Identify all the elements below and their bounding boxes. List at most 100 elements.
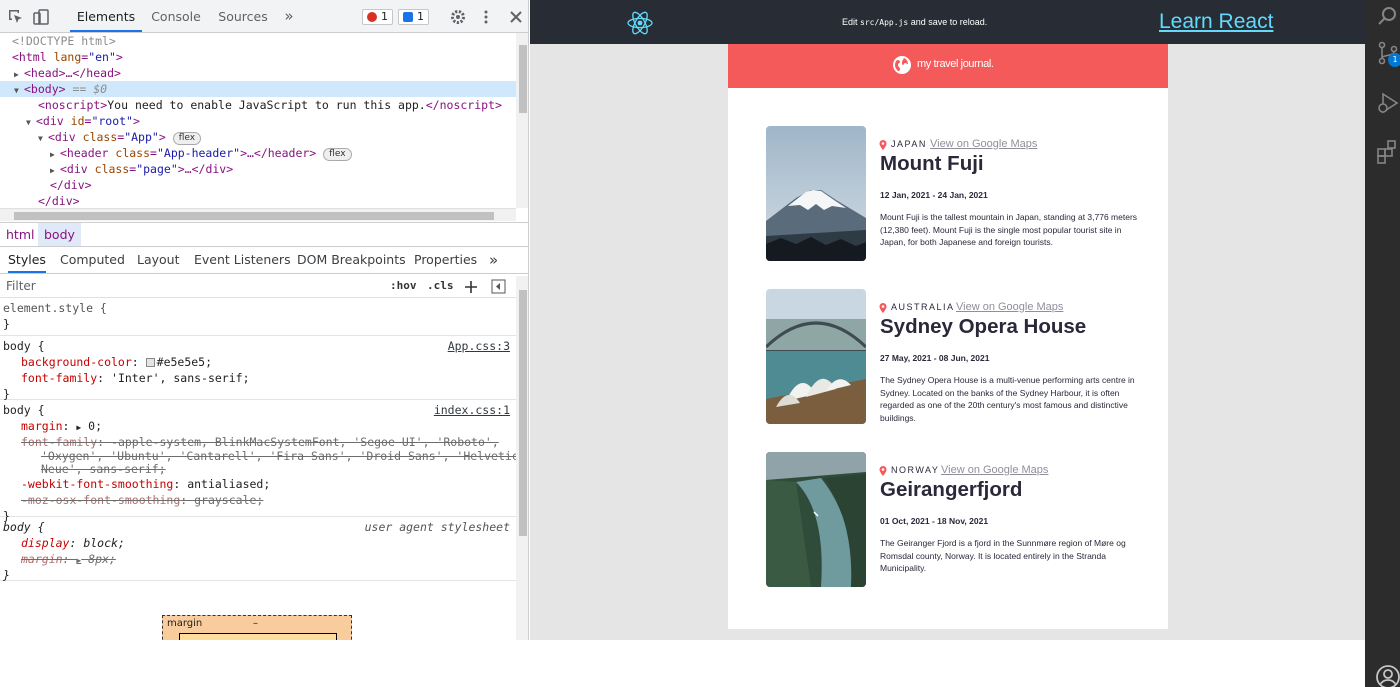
error-count-badge[interactable]: 1 xyxy=(362,9,393,25)
body-rule-index-css[interactable]: body {index.css:1 margin: ▶ 0; font-fami… xyxy=(0,401,516,523)
search-icon[interactable] xyxy=(1375,4,1400,30)
entry-dates: 01 Oct, 2021 - 18 Nov, 2021 xyxy=(880,516,989,526)
tab-properties[interactable]: Properties xyxy=(414,247,477,273)
travel-journal-card: my travel journal. JAPAN View on Google … xyxy=(728,44,1168,629)
page-viewport: Edit src/App.js and save to reload. Lear… xyxy=(530,0,1365,640)
source-link[interactable]: App.css:3 xyxy=(448,338,510,355)
sidebar-toggle-icon[interactable] xyxy=(491,279,506,294)
color-swatch[interactable] xyxy=(145,358,155,367)
journal-entry: JAPAN View on Google Maps Mount Fuji 12 … xyxy=(766,126,1166,262)
location-pin-icon xyxy=(879,140,887,150)
entry-title: Mount Fuji xyxy=(880,152,984,175)
tab-styles[interactable]: Styles xyxy=(8,247,46,273)
body-node[interactable]: ▼ <body> == $0 xyxy=(0,81,516,97)
message-count-badge[interactable]: 1 xyxy=(398,9,429,25)
tab-sources[interactable]: Sources xyxy=(212,0,274,32)
element-style-rule[interactable]: element.style { } xyxy=(0,299,516,336)
app-div-node[interactable]: ▼ <div class="App"> flex xyxy=(0,129,516,145)
dom-tree-scrollbar[interactable] xyxy=(516,33,528,208)
source-link[interactable]: index.css:1 xyxy=(434,402,510,419)
more-tabs-button[interactable]: » xyxy=(279,0,299,32)
entry-country: JAPAN xyxy=(891,139,927,149)
journal-title: my travel journal. xyxy=(917,58,994,70)
styles-scrollbar[interactable] xyxy=(516,276,528,640)
flex-badge[interactable]: flex xyxy=(323,148,352,161)
flex-badge[interactable]: flex xyxy=(172,132,202,145)
dom-tree-hscrollbar[interactable] xyxy=(0,208,516,221)
html-node[interactable]: <html lang="en"> xyxy=(0,49,516,65)
mount-fuji-photo xyxy=(766,126,866,261)
google-maps-link[interactable]: View on Google Maps xyxy=(930,138,1037,150)
error-icon xyxy=(367,12,377,22)
device-toolbar-icon[interactable] xyxy=(32,8,50,26)
box-model-diagram[interactable]: margin – xyxy=(162,615,352,640)
scroll-thumb[interactable] xyxy=(14,212,494,220)
entry-country: AUSTRALIA xyxy=(891,302,955,312)
breadcrumb-body[interactable]: body xyxy=(38,223,81,246)
location-pin-icon xyxy=(879,303,887,313)
hov-toggle[interactable]: :hov xyxy=(390,279,417,292)
inspect-element-icon[interactable] xyxy=(7,8,25,26)
breadcrumb: html body xyxy=(0,222,528,247)
page-div-node[interactable]: ▶ <div class="page">…</div> xyxy=(0,161,516,177)
devtools-toolbar: Elements Console Sources » 1 1 xyxy=(0,0,528,33)
globe-icon xyxy=(893,56,911,74)
close-icon[interactable] xyxy=(507,8,525,26)
styles-tabbar: Styles Computed Layout Event Listeners D… xyxy=(0,247,528,274)
entry-description: Mount Fuji is the tallest mountain in Ja… xyxy=(880,212,1138,247)
styles-pane: element.style { } body {App.css:3 backgr… xyxy=(0,299,516,640)
more-tabs-button[interactable]: » xyxy=(489,247,498,273)
entry-dates: 12 Jan, 2021 - 24 Jan, 2021 xyxy=(880,190,988,200)
tab-elements[interactable]: Elements xyxy=(70,0,142,32)
ua-source-label: user agent stylesheet xyxy=(364,520,510,534)
kebab-menu-icon[interactable] xyxy=(477,8,495,26)
activity-bar: 1 xyxy=(1365,0,1400,687)
entry-dates: 27 May, 2021 - 08 Jun, 2021 xyxy=(880,353,990,363)
journal-navbar: my travel journal. xyxy=(728,44,1168,88)
entry-title: Geirangerfjord xyxy=(880,478,1023,501)
journal-entry: NORWAY View on Google Maps Geirangerfjor… xyxy=(766,452,1166,588)
run-debug-icon[interactable] xyxy=(1375,90,1400,116)
google-maps-link[interactable]: View on Google Maps xyxy=(956,301,1063,313)
entry-country: NORWAY xyxy=(891,465,940,475)
gear-icon[interactable] xyxy=(449,8,467,26)
tab-layout[interactable]: Layout xyxy=(137,247,180,273)
cls-toggle[interactable]: .cls xyxy=(427,279,454,292)
body-rule-app-css[interactable]: body {App.css:3 background-color: #e5e5e… xyxy=(0,337,516,401)
message-icon xyxy=(403,12,413,22)
entry-description: The Geiranger Fjord is a fjord in the Su… xyxy=(880,538,1126,573)
dom-tree: <!DOCTYPE html> <html lang="en"> ▶ <head>… xyxy=(0,33,516,208)
tab-console[interactable]: Console xyxy=(145,0,207,32)
learn-react-link[interactable]: Learn React xyxy=(1159,10,1273,34)
root-div-node[interactable]: ▼ <div id="root"> xyxy=(0,113,516,129)
div-close-line[interactable]: </div> xyxy=(0,177,516,193)
account-icon[interactable] xyxy=(1375,664,1400,687)
styles-filter-input[interactable]: Filter xyxy=(6,279,36,293)
doctype-line[interactable]: <!DOCTYPE html> xyxy=(0,33,516,49)
blank-area xyxy=(0,640,1365,687)
scroll-thumb[interactable] xyxy=(519,45,527,113)
div-close-line[interactable]: </div> xyxy=(0,193,516,208)
tab-computed[interactable]: Computed xyxy=(60,247,125,273)
scroll-thumb[interactable] xyxy=(519,290,527,536)
expand-arrow-icon[interactable]: ▶ xyxy=(76,423,81,432)
noscript-node[interactable]: <noscript>You need to enable JavaScript … xyxy=(0,97,516,113)
box-model-border xyxy=(179,633,337,640)
tab-event-listeners[interactable]: Event Listeners xyxy=(194,247,291,273)
breadcrumb-html[interactable]: html xyxy=(0,223,40,246)
new-rule-icon[interactable] xyxy=(464,280,478,294)
tab-dom-breakpoints[interactable]: DOM Breakpoints xyxy=(297,247,406,273)
head-node[interactable]: ▶ <head>…</head> xyxy=(0,65,516,81)
devtools-panel: Elements Console Sources » 1 1 <!DOCTYPE… xyxy=(0,0,529,640)
extensions-icon[interactable] xyxy=(1375,138,1400,164)
body-rule-user-agent[interactable]: body {user agent stylesheet display: blo… xyxy=(0,518,516,582)
app-header: Edit src/App.js and save to reload. Lear… xyxy=(530,0,1365,44)
location-pin-icon xyxy=(879,466,887,476)
sydney-opera-house-photo xyxy=(766,289,866,424)
react-logo-icon xyxy=(627,11,653,35)
geirangerfjord-photo xyxy=(766,452,866,587)
header-node[interactable]: ▶ <header class="App-header">…</header> f… xyxy=(0,145,516,161)
source-control-badge: 1 xyxy=(1388,53,1400,67)
google-maps-link[interactable]: View on Google Maps xyxy=(941,464,1048,476)
styles-filter-row: Filter :hov .cls xyxy=(0,276,516,298)
